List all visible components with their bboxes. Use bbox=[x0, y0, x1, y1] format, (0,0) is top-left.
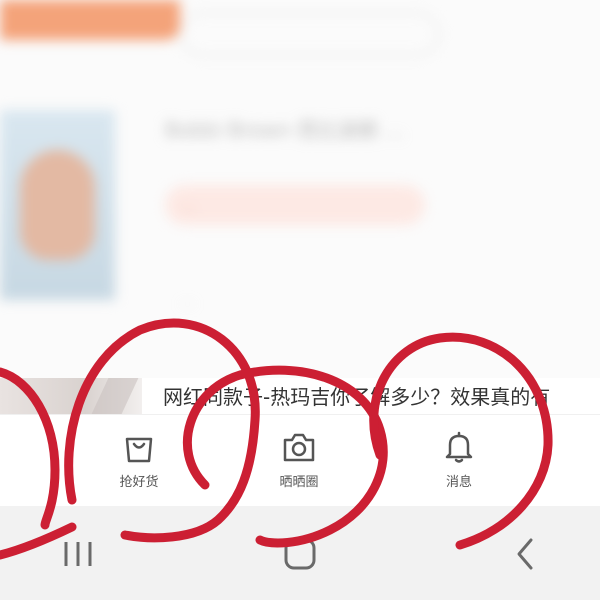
article-row[interactable]: 网红同款子-热玛吉你了解多少？效果真的有 bbox=[0, 378, 600, 414]
blurred-pill bbox=[180, 12, 440, 56]
blurred-product-title: Bobbi Brown 芭比波朗 … bbox=[165, 118, 404, 142]
back-chevron-icon bbox=[517, 538, 533, 570]
camera-icon bbox=[283, 433, 315, 462]
bottom-tab-bar: 抢好货 晒晒圈 消息 bbox=[0, 414, 600, 507]
shopping-bag-icon bbox=[125, 437, 153, 463]
app-screen: Bobbi Brown 芭比波朗 … … … 网红同款子-热玛吉你了解多少？效果… bbox=[0, 0, 600, 600]
tab-messages[interactable]: 消息 bbox=[414, 429, 504, 490]
article-thumbnail bbox=[0, 378, 142, 414]
tab-shop-label: 抢好货 bbox=[119, 475, 159, 490]
tab-messages-label: 消息 bbox=[445, 475, 472, 490]
recents-icon bbox=[64, 542, 92, 566]
blurred-content: Bobbi Brown 芭比波朗 … … … bbox=[0, 0, 600, 380]
tab-moments[interactable]: 晒晒圈 bbox=[254, 429, 344, 490]
recents-button[interactable] bbox=[58, 534, 98, 574]
home-button[interactable] bbox=[280, 534, 320, 574]
blurred-meta: … bbox=[180, 291, 195, 309]
bell-icon bbox=[445, 431, 473, 463]
blurred-banner bbox=[0, 0, 180, 40]
back-button[interactable] bbox=[505, 534, 545, 574]
blurred-thumbnail bbox=[0, 110, 115, 300]
tab-shop[interactable]: 抢好货 bbox=[94, 429, 184, 490]
article-title: 网红同款子-热玛吉你了解多少？效果真的有 bbox=[163, 385, 551, 409]
tab-moments-label: 晒晒圈 bbox=[279, 475, 319, 490]
home-icon bbox=[284, 538, 316, 570]
system-nav-bar bbox=[0, 506, 600, 600]
blurred-tag: … bbox=[165, 185, 425, 225]
